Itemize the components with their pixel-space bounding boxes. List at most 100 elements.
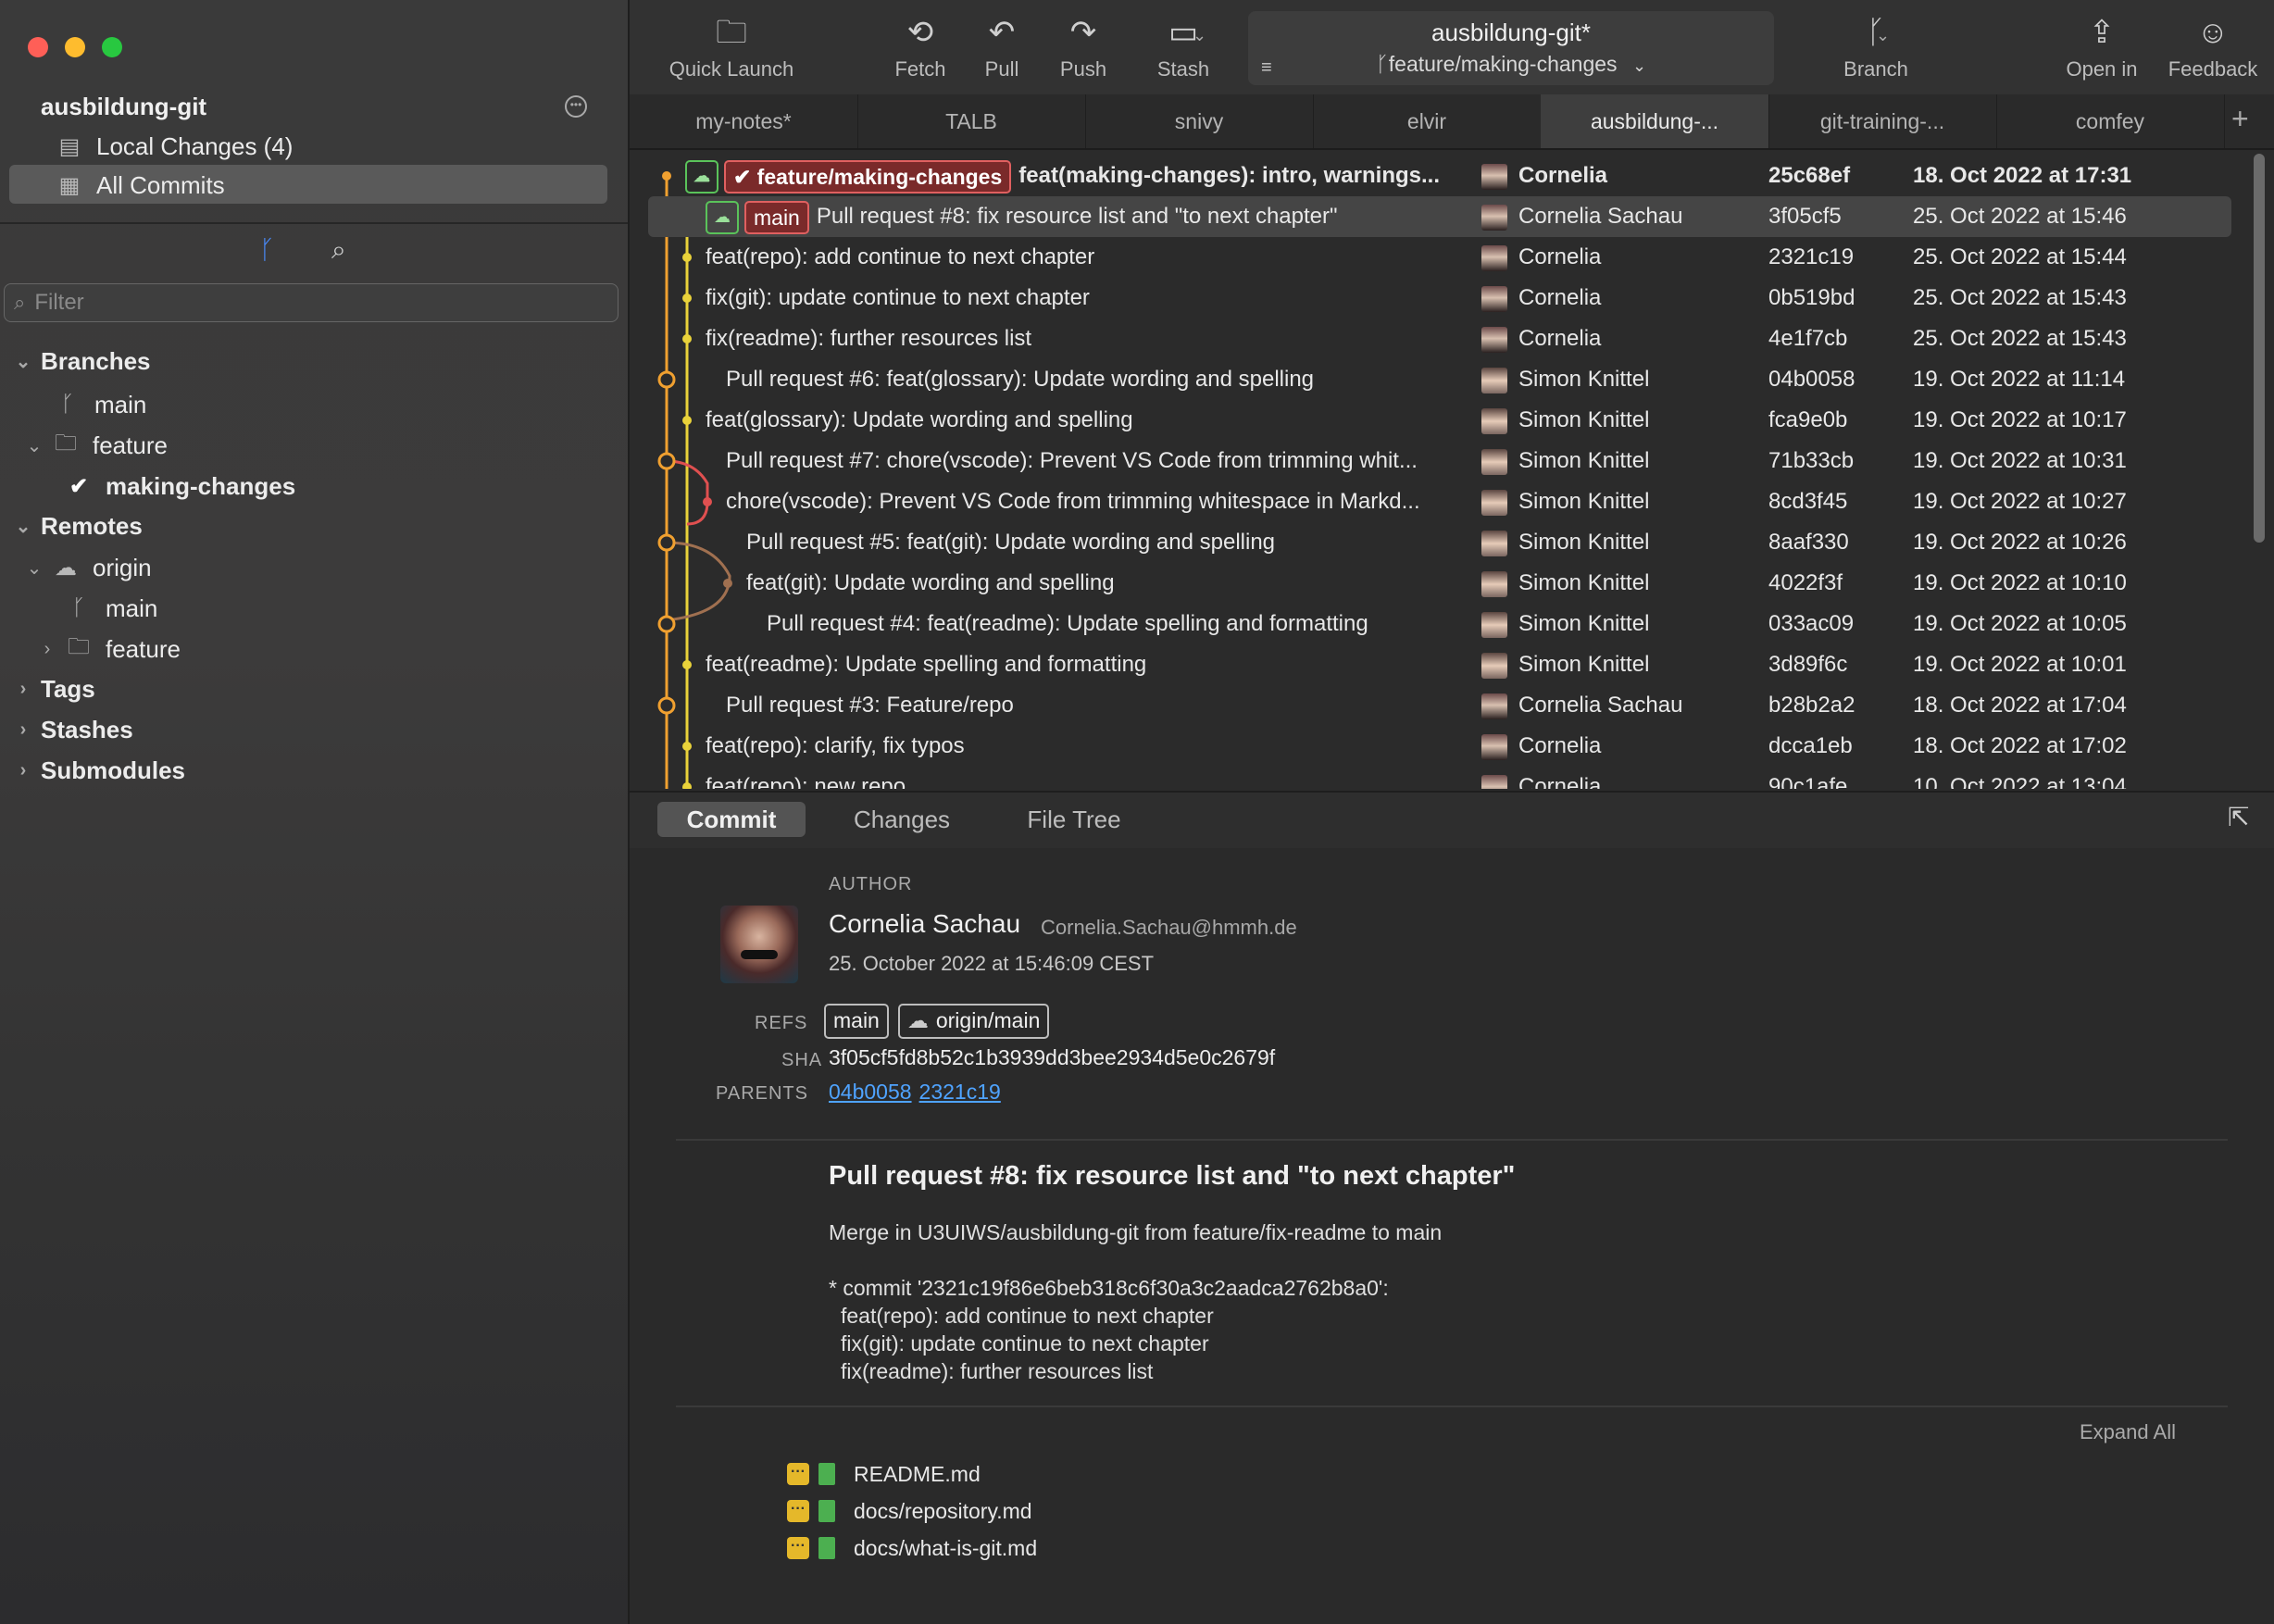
tab-git-training[interactable]: git-training-... [1768, 94, 1997, 148]
tab-comfey[interactable]: comfey [1996, 94, 2225, 148]
commit-sha: 4e1f7cb [1768, 326, 1848, 351]
all-commits-icon: ▦ [58, 172, 81, 198]
changed-file-row[interactable]: ··· docs/what-is-git.md [787, 1531, 1037, 1565]
author-email[interactable]: Cornelia.Sachau@hmmh.de [1041, 916, 1297, 940]
remote-folder-feature[interactable]: › 🗀 feature [37, 631, 181, 668]
tab-snivy[interactable]: snivy [1085, 94, 1314, 148]
commit-row[interactable]: Pull request #6: feat(glossary): Update … [630, 359, 2252, 400]
tab-elvir[interactable]: elvir [1313, 94, 1542, 148]
feedback-button[interactable]: ☺ Feedback [2148, 13, 2274, 81]
branch-item-making-changes[interactable]: ✔ making-changes [65, 468, 295, 505]
commit-row-selected[interactable]: ☁ main Pull request #8: fix resource list … [648, 196, 2231, 237]
branch-folder-feature[interactable]: ⌄ 🗀 feature [24, 427, 168, 464]
commit-row[interactable]: feat(repo): add continue to next chapter… [630, 237, 2252, 278]
submodules-label: Submodules [41, 756, 186, 784]
sidebar-item-local-changes[interactable]: ▤ Local Changes (4) [56, 128, 294, 165]
author-name: Cornelia [1518, 285, 1602, 310]
remotes-section-header[interactable]: ⌄ Remotes [13, 507, 143, 544]
commit-row[interactable]: Pull request #7: chore(vscode): Prevent … [630, 441, 2252, 481]
parent-link[interactable]: 04b0058 [829, 1080, 912, 1104]
modified-status-icon: ··· [787, 1500, 809, 1522]
repository-selector[interactable]: ausbildung-git* ≡ ᚴfeature/making-change… [1248, 11, 1774, 85]
parent-link[interactable]: 2321c19 [919, 1080, 1001, 1104]
tab-file-tree[interactable]: File Tree [991, 802, 1157, 837]
avatar [1481, 367, 1507, 394]
avatar [1481, 407, 1507, 434]
push-button[interactable]: ↷ Push [1037, 13, 1130, 81]
commit-sha: 2321c19 [1768, 244, 1855, 269]
sidebar-item-all-commits[interactable]: ▦ All Commits [56, 167, 225, 204]
commit-body-line: feat(repo): add continue to next chapter [841, 1304, 1214, 1328]
submodules-section-header[interactable]: › Submodules [13, 752, 185, 789]
commit-row[interactable]: chore(vscode): Prevent VS Code from trim… [630, 481, 2252, 522]
branch-ref-badge[interactable]: ✔ feature/making-changes [724, 159, 1012, 194]
tab-label: ausbildung-... [1590, 108, 1719, 133]
close-window-button[interactable] [28, 37, 48, 57]
ref-badge-main[interactable]: main [824, 1004, 889, 1039]
branches-section-header[interactable]: ⌄ Branches [13, 343, 151, 380]
commit-row[interactable]: fix(git): update continue to next chapte… [630, 278, 2252, 319]
commit-author: Simon Knittel [1481, 481, 1759, 522]
commit-author: Simon Knittel [1481, 522, 1759, 563]
tab-ausbildung[interactable]: ausbildung-... [1541, 94, 1769, 148]
tab-my-notes[interactable]: my-notes* [630, 94, 858, 148]
stashes-section-header[interactable]: › Stashes [13, 711, 133, 748]
tab-changes[interactable]: Changes [828, 802, 976, 837]
expand-all-button[interactable]: Expand All [2080, 1420, 2176, 1444]
quick-launch-button[interactable]: 🗀 Quick Launch [657, 13, 806, 81]
open-external-icon[interactable]: ⇱ [2228, 802, 2249, 832]
zoom-window-button[interactable] [102, 37, 122, 57]
commit-row[interactable]: Pull request #4: feat(readme): Update sp… [630, 604, 2252, 644]
open-in-button[interactable]: ⇪ Open in [2046, 13, 2157, 81]
filter-field[interactable]: ⌕ [4, 283, 618, 322]
stash-button[interactable]: ▭ Stash [1137, 13, 1230, 81]
changed-file-row[interactable]: ··· docs/repository.md [787, 1494, 1032, 1528]
commit-row[interactable]: feat(glossary): Update wording and spell… [630, 400, 2252, 441]
commit-row[interactable]: feat(repo): new repo Cornelia 90c1afe 10… [630, 767, 2252, 789]
tags-section-header[interactable]: › Tags [13, 670, 95, 707]
tab-talb[interactable]: TALB [857, 94, 1086, 148]
sha-label: SHA [781, 1050, 823, 1070]
fetch-button[interactable]: ⟲ Fetch [874, 13, 967, 81]
commit-row[interactable]: feat(readme): Update spelling and format… [630, 644, 2252, 685]
commit-row[interactable]: ☁ ✔ feature/making-changes feat(making-cha… [630, 156, 2252, 196]
branch-item-main[interactable]: ᚴ main [54, 386, 147, 423]
commit-date: 25. Oct 2022 at 15:43 [1913, 285, 2127, 310]
commit-date: 19. Oct 2022 at 10:31 [1913, 448, 2127, 473]
chevron-right-icon: › [19, 718, 27, 740]
author-name: Cornelia [1518, 733, 1602, 758]
share-icon: ⇪ [2088, 15, 2116, 50]
branch-button[interactable]: ᚴ Branch [1811, 13, 1941, 81]
current-branch-selector[interactable]: ᚴfeature/making-changes ⌄ [1248, 52, 1774, 77]
ref-badge-origin-main[interactable]: ☁ origin/main [897, 1004, 1050, 1039]
more-options-icon[interactable]: ••• [565, 95, 587, 118]
commit-sha: 25c68ef [1768, 163, 1851, 188]
stash-dropdown-chevron-icon[interactable]: ⌄ [1193, 26, 1206, 45]
commit-row[interactable]: Pull request #5: feat(git): Update wordi… [630, 522, 2252, 563]
fetch-label: Fetch [894, 57, 946, 81]
commit-row[interactable]: feat(git): Update wording and spelling S… [630, 563, 2252, 604]
changed-file-row[interactable]: ··· README.md [787, 1457, 981, 1491]
filter-input[interactable] [32, 289, 593, 317]
search-view-toggle[interactable]: ⌕ [331, 231, 346, 269]
commit-list-scrollbar[interactable] [2254, 154, 2265, 543]
minimize-window-button[interactable] [65, 37, 85, 57]
commit-row[interactable]: Pull request #3: Feature/repo Cornelia S… [630, 685, 2252, 726]
commit-date: 10. Oct 2022 at 13:04 [1913, 774, 2127, 789]
add-tab-button[interactable]: + [2231, 102, 2249, 136]
commit-row[interactable]: feat(repo): clarify, fix typos Cornelia … [630, 726, 2252, 767]
refs-label: REFS [755, 1013, 808, 1033]
commit-author: Simon Knittel [1481, 359, 1759, 400]
filter-search-icon: ⌕ [14, 291, 26, 314]
branch-dropdown-chevron-icon[interactable]: ⌄ [1876, 26, 1890, 45]
sha-value[interactable]: 3f05cf5fd8b52c1b3939dd3bee2934d5e0c2679f [829, 1045, 1275, 1070]
remote-branch-main[interactable]: ᚴ main [65, 590, 158, 627]
pull-button[interactable]: ↶ Pull [956, 13, 1048, 81]
commit-row[interactable]: fix(readme): further resources list Corn… [630, 319, 2252, 359]
commit-author: Cornelia [1481, 767, 1759, 789]
tab-commit[interactable]: Commit [657, 802, 806, 837]
branch-ref-badge[interactable]: main [744, 200, 809, 234]
commit-sha: dcca1eb [1768, 733, 1853, 758]
branches-view-toggle[interactable]: ᚴ [259, 231, 275, 269]
remote-origin[interactable]: ⌄ ☁ origin [24, 549, 152, 586]
